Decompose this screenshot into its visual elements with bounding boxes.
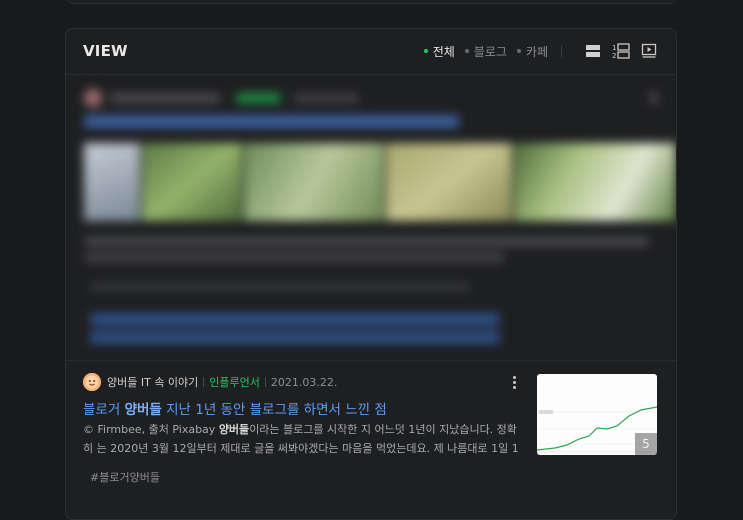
- influencer-badge[interactable]: 인플루언서: [209, 374, 260, 390]
- blurred-image-3: [244, 143, 384, 221]
- previous-card-bottom: [66, 0, 677, 4]
- numbered-list-icon[interactable]: 12: [612, 42, 630, 60]
- blurred-image-4: [386, 143, 512, 221]
- section-header: VIEW 전체 블로그 카페 12: [66, 29, 676, 75]
- title-prefix: 블로거: [83, 402, 125, 418]
- blurred-desc-1: [84, 237, 649, 246]
- post-description[interactable]: © Firmbee, 출처 Pixabay 양버들이라는 블로그를 시작한 지 …: [83, 420, 523, 458]
- blurred-link-1: [90, 313, 500, 326]
- blurred-more: [651, 91, 657, 105]
- meta-divider: [203, 377, 205, 387]
- author-name[interactable]: 양버들 IT 속 이야기: [107, 374, 198, 390]
- post-title-link[interactable]: 블로거 양버들 지난 1년 동안 블로그를 하면서 느낀 점: [83, 398, 387, 418]
- title-suffix: 지난 1년 동안 블로그를 하면서 느낀 점: [161, 402, 387, 418]
- filter-blog-label: 블로그: [473, 44, 507, 59]
- blurred-image-1: [84, 143, 140, 221]
- blurred-result-item: [66, 75, 676, 361]
- filter-divider: [561, 44, 562, 58]
- image-count-badge: 5: [635, 433, 657, 455]
- desc-part-1: © Firmbee, 출처 Pixabay: [83, 423, 219, 436]
- section-title: VIEW: [83, 42, 128, 60]
- blurred-image-5: [514, 143, 676, 221]
- filter-bar: 전체 블로그 카페 12: [423, 42, 658, 60]
- video-play-icon[interactable]: [640, 42, 658, 60]
- list-layout-icon[interactable]: [584, 42, 602, 60]
- blurred-tags: [90, 283, 470, 291]
- blurred-badge: [236, 93, 281, 103]
- filter-all-label: 전체: [432, 44, 455, 59]
- filter-all[interactable]: 전체: [423, 43, 455, 60]
- active-dot-icon: [423, 49, 428, 53]
- svg-text:1: 1: [612, 44, 616, 52]
- hashtag-link[interactable]: #블로거양버들: [90, 469, 160, 485]
- blurred-desc-2: [84, 253, 504, 262]
- dot-icon: [464, 49, 469, 53]
- svg-text:2: 2: [612, 52, 616, 59]
- blurred-title: [84, 115, 459, 128]
- filter-cafe[interactable]: 카페: [516, 43, 548, 60]
- blurred-link-2: [90, 331, 500, 344]
- title-highlight: 양버들: [124, 402, 162, 418]
- blurred-author: [110, 93, 220, 103]
- dot-icon: [516, 49, 521, 53]
- view-section-card: VIEW 전체 블로그 카페 12 양버들 IT 속 이야기 인플루언서 202…: [65, 28, 677, 520]
- post-thumbnail[interactable]: 5: [537, 374, 657, 455]
- blurred-date: [294, 93, 359, 103]
- post-meta: 양버들 IT 속 이야기 인플루언서 2021.03.22.: [83, 373, 337, 391]
- meta-divider: [264, 377, 266, 387]
- blurred-avatar: [84, 89, 102, 107]
- desc-highlight: 양버들: [218, 423, 250, 436]
- blurred-content: [66, 75, 676, 360]
- avatar[interactable]: [83, 373, 101, 391]
- filter-blog[interactable]: 블로그: [464, 43, 507, 60]
- blurred-image-2: [142, 143, 242, 221]
- filter-cafe-label: 카페: [525, 44, 548, 59]
- post-date: 2021.03.22.: [270, 375, 338, 389]
- result-item: 양버들 IT 속 이야기 인플루언서 2021.03.22. 블로거 양버들 지…: [66, 359, 676, 519]
- more-options-icon[interactable]: [508, 373, 520, 391]
